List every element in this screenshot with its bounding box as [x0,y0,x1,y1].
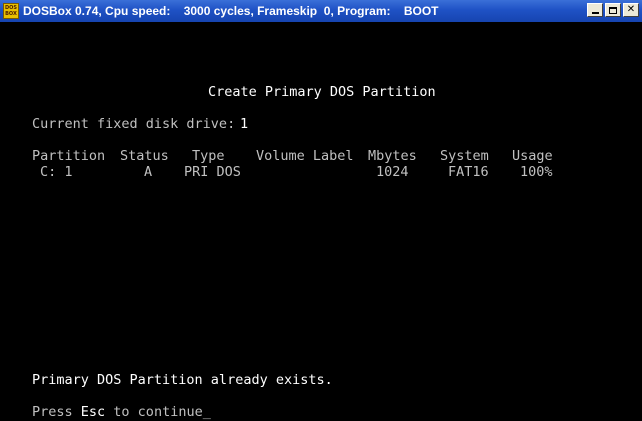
cell-status: A [144,164,153,180]
col-header-partition: Partition [32,148,106,164]
close-button[interactable]: ✕ [623,3,639,17]
status-message: Primary DOS Partition already exists. [32,372,333,388]
prompt-suffix: to continue [105,404,203,420]
cell-usage: 100% [520,164,553,180]
esc-key-label[interactable]: Esc [81,404,105,420]
dosbox-window: DOS BOX DOSBox 0.74, Cpu speed: 3000 cyc… [0,0,642,421]
cell-mbytes: 1024 [376,164,409,180]
col-header-status: Status [120,148,169,164]
window-title: DOSBox 0.74, Cpu speed: 3000 cycles, Fra… [23,4,439,18]
continue-prompt: Press Esc to continue_ [32,404,211,420]
col-header-volume-label: Volume Label [256,148,354,164]
icon-label-bottom: BOX [5,11,17,17]
maximize-button[interactable] [605,3,621,17]
col-header-usage: Usage [512,148,553,164]
maximize-icon [609,6,617,14]
cell-system: FAT16 [448,164,489,180]
text-cursor: _ [202,404,211,420]
minimize-button[interactable] [587,3,603,17]
col-header-type: Type [192,148,225,164]
drive-label: Current fixed disk drive: [32,116,236,132]
cell-type: PRI DOS [184,164,241,180]
prompt-prefix: Press [32,404,81,420]
close-icon: ✕ [626,4,636,15]
drive-value: 1 [240,116,249,132]
page-title: Create Primary DOS Partition [208,84,436,100]
dos-screen[interactable]: Create Primary DOS Partition Current fix… [0,22,642,421]
window-controls: ✕ [585,3,639,17]
col-header-system: System [440,148,489,164]
col-header-mbytes: Mbytes [368,148,417,164]
minimize-icon [591,12,599,14]
cell-partition: C: 1 [40,164,73,180]
dosbox-icon[interactable]: DOS BOX [3,3,19,19]
title-bar[interactable]: DOS BOX DOSBox 0.74, Cpu speed: 3000 cyc… [0,0,642,22]
